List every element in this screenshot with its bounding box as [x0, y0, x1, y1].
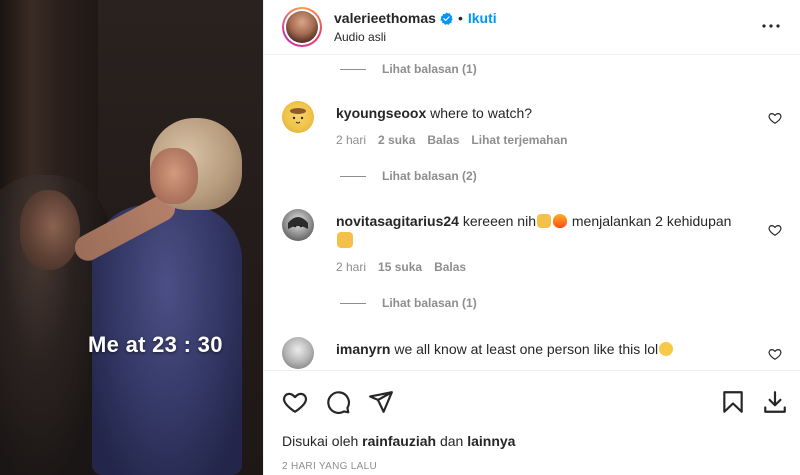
share-icon[interactable]	[368, 389, 394, 415]
view-replies-label: Lihat balasan (1)	[382, 62, 477, 76]
comment-message-part2: menjalankan 2 kehidupan	[571, 213, 732, 229]
replies-divider	[340, 175, 366, 177]
comment-meta: 2 hari 2 suka Balas Lihat terjemahan	[336, 133, 567, 147]
replies-divider	[340, 68, 366, 70]
raising-hands-emoji-icon	[337, 232, 353, 248]
comment-message-part1: kereeen nih	[462, 213, 536, 229]
follow-button[interactable]: Ikuti	[468, 10, 497, 26]
pompompurin-avatar-icon	[290, 108, 306, 124]
view-replies-label: Lihat balasan (2)	[382, 169, 477, 183]
video-person-woman-face	[150, 148, 198, 204]
view-replies-button[interactable]: Lihat balasan (2)	[340, 169, 477, 183]
liked-by-prefix: Disukai oleh	[282, 433, 359, 449]
liked-by-user[interactable]: rainfauziah	[362, 433, 436, 449]
like-comment-icon[interactable]	[768, 111, 782, 125]
comment-item: novitasagitarius24 kereeen nih menjalank…	[282, 209, 782, 299]
comment-message: we all know at least one person like thi…	[394, 341, 659, 357]
more-options-icon[interactable]	[759, 14, 783, 38]
anime-avatar-icon	[288, 217, 308, 229]
comment-time: 2 hari	[336, 260, 367, 274]
liked-by-summary: Disukai oleh rainfauziah dan lainnya	[282, 433, 515, 449]
commenter-avatar[interactable]	[282, 101, 314, 133]
author-avatar[interactable]	[282, 7, 322, 47]
comment-item: imanyrn we all know at least one person …	[282, 337, 782, 370]
view-replies-button[interactable]: Lihat balasan (1)	[340, 62, 477, 76]
video-caption: Me at 23 : 30	[88, 332, 223, 357]
comment-icon[interactable]	[325, 389, 351, 415]
comment-text: imanyrn we all know at least one person …	[336, 339, 746, 359]
comment-text: kyoungseoox where to watch?	[336, 103, 746, 123]
post-header: valerieethomas • Ikuti Audio asli	[264, 0, 800, 54]
comment-meta: 2 hari 15 suka Balas	[336, 260, 466, 274]
commenter-avatar[interactable]	[282, 209, 314, 241]
comment-message: where to watch?	[430, 105, 533, 121]
liked-by-others[interactable]: lainnya	[467, 433, 515, 449]
comment-username[interactable]: imanyrn	[336, 341, 390, 357]
download-icon[interactable]	[762, 389, 788, 415]
video-person-man-face	[20, 190, 80, 270]
translate-button[interactable]: Lihat terjemahan	[471, 133, 567, 147]
verified-badge-icon	[440, 11, 453, 25]
comment-text: novitasagitarius24 kereeen nih menjalank…	[336, 211, 746, 251]
comments-list[interactable]: Lihat balasan (1) kyoungseoox where to w…	[264, 54, 800, 370]
comment-likes[interactable]: 2 suka	[378, 133, 415, 147]
heart-icon[interactable]	[282, 389, 308, 415]
comment-username[interactable]: novitasagitarius24	[336, 213, 459, 229]
view-replies-button[interactable]: Lihat balasan (1)	[340, 296, 477, 310]
commenter-avatar[interactable]	[282, 337, 314, 369]
header-separator: •	[457, 10, 463, 26]
post-date: 2 HARI YANG LALU	[282, 461, 378, 472]
reply-button[interactable]: Balas	[427, 133, 459, 147]
like-comment-icon[interactable]	[768, 347, 782, 361]
audio-link[interactable]: Audio asli	[334, 30, 497, 44]
comment-username[interactable]: kyoungseoox	[336, 105, 426, 121]
laughing-tears-emoji-icon	[659, 342, 674, 356]
bookmark-icon[interactable]	[720, 389, 746, 415]
reply-button[interactable]: Balas	[434, 260, 466, 274]
post-panel: valerieethomas • Ikuti Audio asli Lihat …	[263, 0, 800, 475]
fire-emoji-icon	[553, 214, 567, 228]
author-username[interactable]: valerieethomas	[334, 10, 436, 26]
comment-likes[interactable]: 15 suka	[378, 260, 422, 274]
replies-divider	[340, 302, 366, 304]
comment-time: 2 hari	[336, 133, 367, 147]
comment-item: kyoungseoox where to watch? 2 hari 2 suk…	[282, 101, 782, 161]
like-comment-icon[interactable]	[768, 223, 782, 237]
reel-video[interactable]: Me at 23 : 30	[0, 0, 263, 475]
liked-by-and: dan	[439, 433, 464, 449]
post-actions: Disukai oleh rainfauziah dan lainnya 2 H…	[264, 370, 800, 475]
view-replies-label: Lihat balasan (1)	[382, 296, 477, 310]
clapping-hands-emoji-icon	[537, 214, 551, 228]
